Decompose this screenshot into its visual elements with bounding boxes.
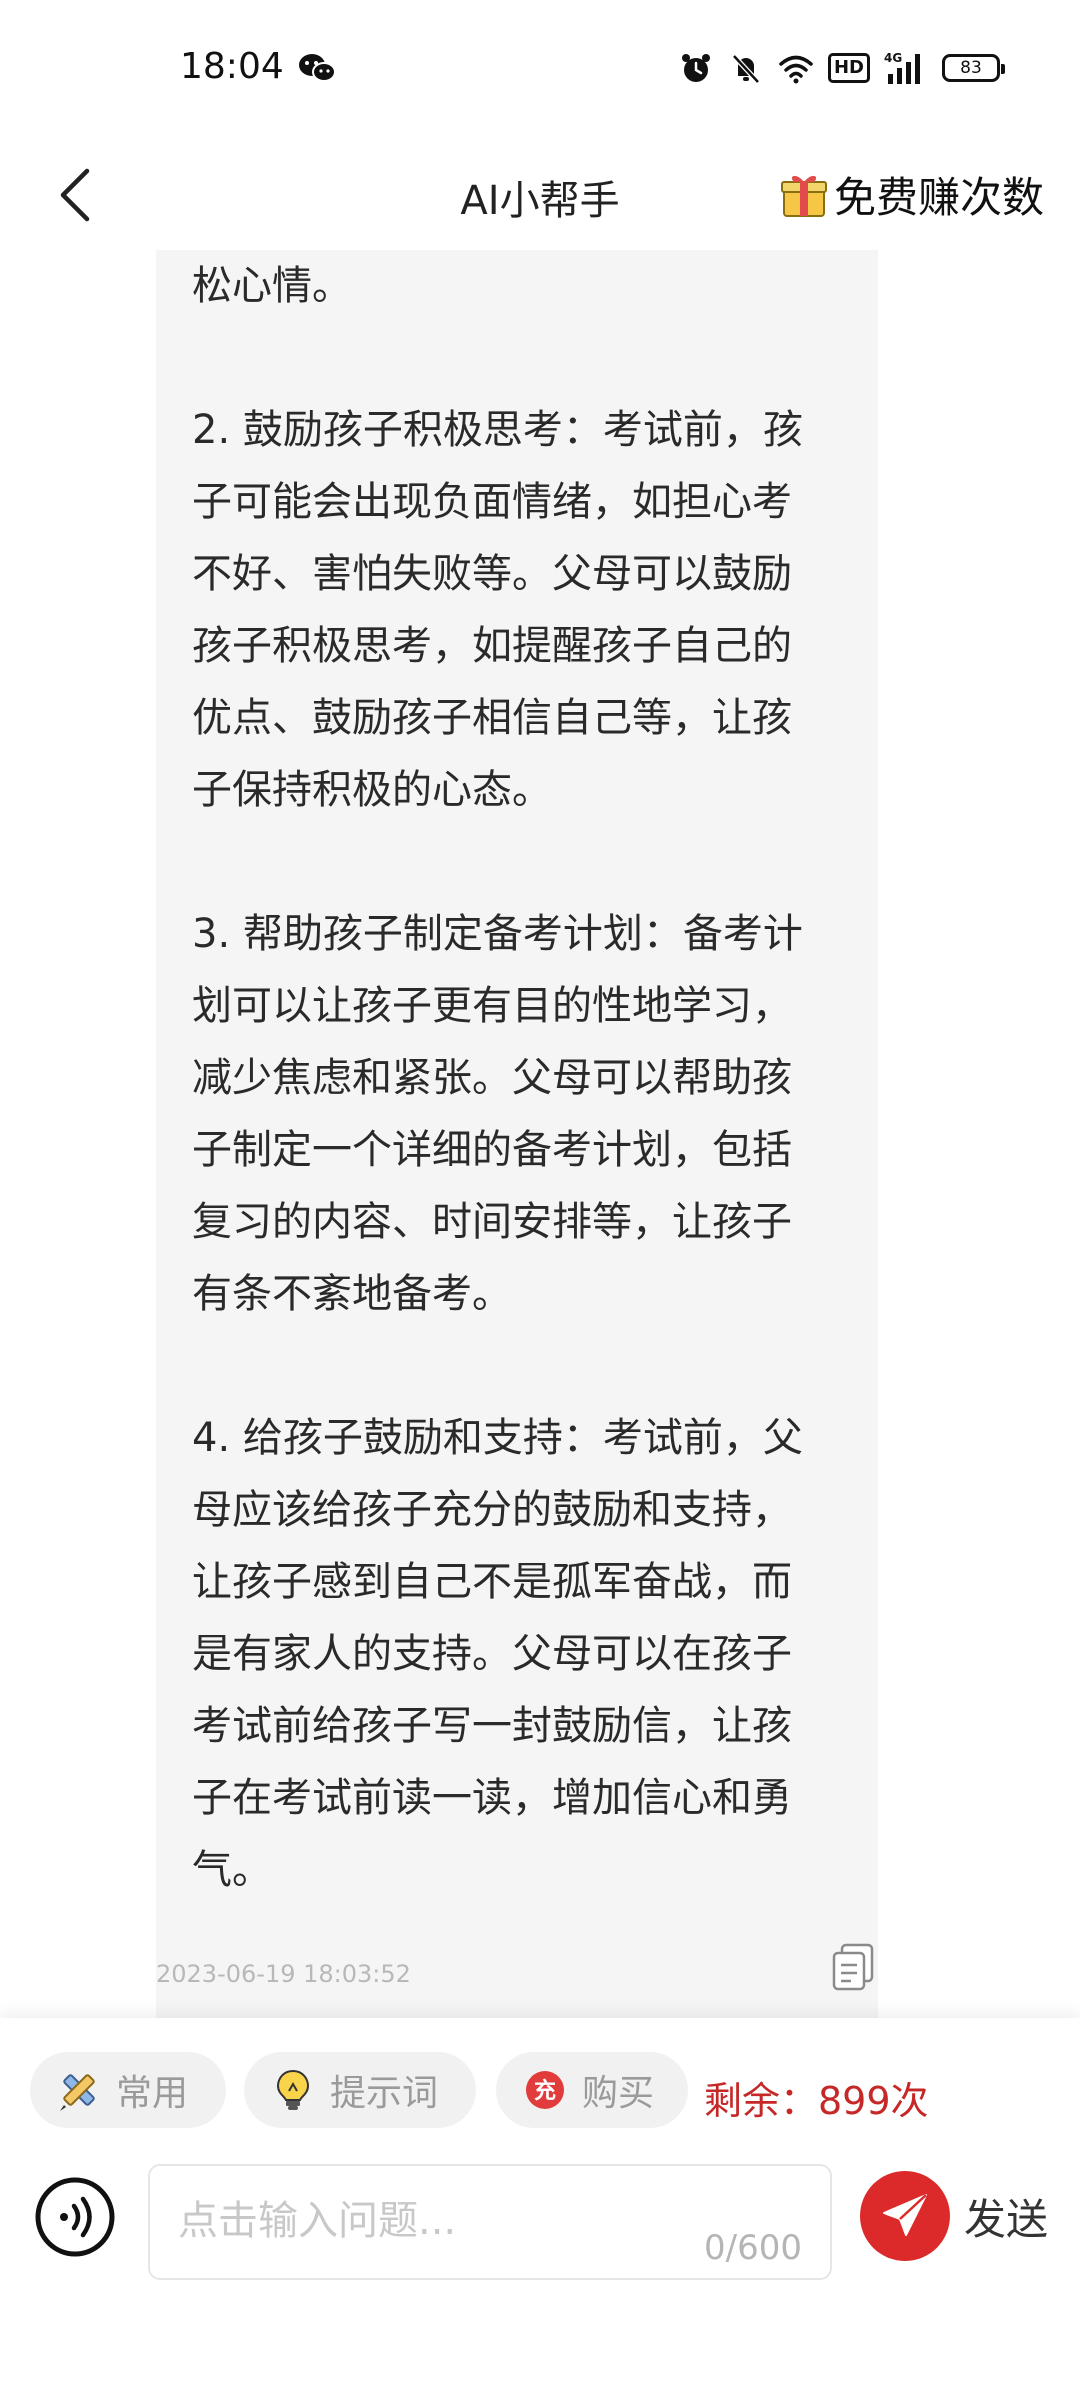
status-bar: 18:04 HD 4G 83 (0, 0, 1080, 140)
message-line: 母应该给孩子充分的鼓励和支持， (192, 1487, 792, 1533)
send-circle (860, 2171, 950, 2261)
ai-message-bubble: 多，并且的，保持睡考，也换子放松心情。2. 鼓励孩子积极思考：考试前，孩子可能会… (156, 240, 878, 2020)
message-line: 3. 帮助孩子制定备考计划：备考计 (192, 911, 803, 957)
message-line: 子保持积极的心态。 (192, 767, 552, 813)
message-line: 4. 给孩子鼓励和支持：考试前，父 (192, 1415, 803, 1461)
send-plane-icon (883, 2194, 927, 2236)
battery-icon: 83 (942, 54, 1005, 82)
signal-icon: 4G (884, 51, 920, 84)
svg-text:充: 充 (534, 2078, 556, 2104)
prompt-words-button[interactable]: 提示词 (244, 2052, 476, 2128)
wechat-icon (299, 54, 336, 82)
message-line: 气。 (192, 1847, 272, 1893)
buy-label: 购买 (582, 2073, 655, 2114)
status-time: 18:04 (180, 46, 284, 87)
message-line: 划可以让孩子更有目的性地学习， (192, 983, 792, 1029)
battery-level: 83 (960, 58, 982, 78)
question-input[interactable] (176, 2192, 740, 2250)
status-icons: HD 4G 83 (678, 48, 1005, 88)
message-line: 孩子积极思考，如提醒孩子自己的 (192, 623, 792, 669)
message-line: 子可能会出现负面情绪，如担心考 (192, 479, 792, 525)
send-button[interactable]: 发送 (860, 2168, 1048, 2264)
remaining-count: 剩余：899次 (704, 2079, 929, 2123)
message-line: 考试前给孩子写一封鼓励信，让孩 (192, 1703, 792, 1749)
pencil-ruler-icon (60, 2074, 95, 2111)
wifi-icon (779, 55, 813, 84)
common-button[interactable]: 常用 (30, 2052, 226, 2128)
send-label: 发送 (964, 2194, 1049, 2244)
message-line: 减少焦虑和紧张。父母可以帮助孩 (192, 1055, 792, 1101)
message-text: 多，并且的，保持睡考，也换子放松心情。2. 鼓励孩子积极思考：考试前，孩子可能会… (192, 240, 852, 1906)
mute-icon (732, 54, 760, 84)
hd-badge: HD (827, 53, 870, 83)
prompt-label: 提示词 (330, 2073, 439, 2114)
message-line: 2. 鼓励孩子积极思考：考试前，孩 (192, 407, 803, 453)
lightbulb-icon (276, 2069, 310, 2110)
message-line: 是有家人的支持。父母可以在孩子 (192, 1631, 792, 1677)
chat-area[interactable]: 多，并且的，保持睡考，也换子放松心情。2. 鼓励孩子积极思考：考试前，孩子可能会… (0, 240, 1080, 2020)
message-line: 让孩子感到自己不是孤军奋战，而 (192, 1559, 792, 1605)
bottom-panel: 常用 提示词 充 购买 剩余：899次 0/600 (0, 2018, 1080, 2400)
message-line: 复习的内容、时间安排等，让孩子 (192, 1199, 792, 1245)
message-line: 子制定一个详细的备考计划，包括 (192, 1127, 792, 1173)
message-line: 子在考试前读一读，增加信心和勇 (192, 1775, 792, 1821)
gift-icon (780, 175, 827, 217)
common-label: 常用 (116, 2073, 189, 2114)
nav-bar: AI小帮手 免费赚次数 (0, 140, 1080, 250)
svg-text:4G: 4G (884, 51, 902, 65)
message-line: 松心情。 (192, 263, 352, 309)
char-count: 0/600 (704, 2228, 802, 2268)
earn-free-uses-button[interactable]: 免费赚次数 (780, 162, 1044, 226)
earn-label: 免费赚次数 (833, 172, 1044, 222)
message-line: 不好、害怕失败等。父母可以鼓励 (192, 551, 792, 597)
message-line: 优点、鼓励孩子相信自己等，让孩 (192, 695, 792, 741)
recharge-icon: 充 (526, 2071, 564, 2109)
buy-button[interactable]: 充 购买 (496, 2052, 688, 2128)
question-input-box[interactable]: 0/600 (148, 2164, 832, 2280)
message-timestamp: 2023-06-19 18:03:52 (156, 1960, 411, 1988)
voice-icon[interactable] (34, 2176, 116, 2258)
copy-icon[interactable] (830, 1943, 876, 1993)
alarm-icon (681, 54, 710, 82)
message-line: 有条不紊地备考。 (192, 1271, 512, 1317)
